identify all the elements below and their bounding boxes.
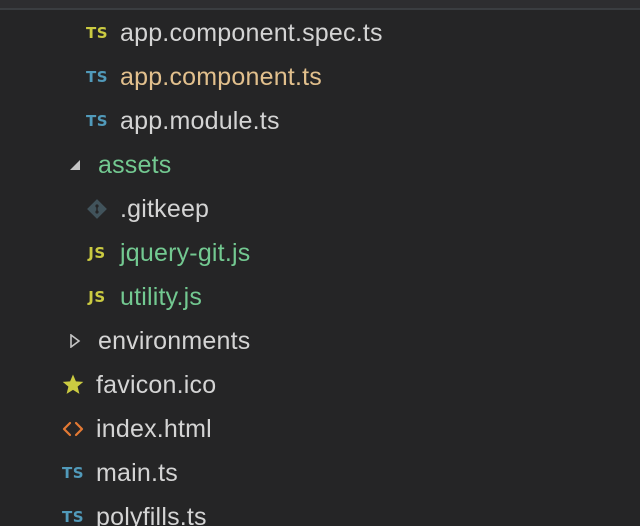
star-icon xyxy=(60,372,86,398)
chevron-right-icon[interactable] xyxy=(62,328,88,354)
tree-item-app-component-ts[interactable]: TS app.component.ts xyxy=(0,55,640,99)
typescript-icon: TS xyxy=(85,112,109,130)
tree-item-gitkeep[interactable]: .gitkeep xyxy=(0,187,640,231)
file-label: app.module.ts xyxy=(120,107,280,135)
file-label: favicon.ico xyxy=(96,371,217,399)
typescript-icon: TS xyxy=(61,464,85,482)
typescript-icon: TS xyxy=(61,508,85,526)
javascript-icon: JS xyxy=(88,244,106,262)
chevron-expanded-icon[interactable] xyxy=(62,152,88,178)
file-label: utility.js xyxy=(120,283,203,311)
file-label: index.html xyxy=(96,415,212,443)
file-label: main.ts xyxy=(96,459,178,487)
tree-item-favicon-ico[interactable]: favicon.ico xyxy=(0,363,640,407)
javascript-icon: JS xyxy=(88,288,106,306)
tree-item-index-html[interactable]: index.html xyxy=(0,407,640,451)
git-icon xyxy=(84,196,110,222)
tree-item-polyfills-ts[interactable]: TS polyfills.ts xyxy=(0,495,640,526)
file-explorer: TS app.component.spec.ts TS app.componen… xyxy=(0,0,640,526)
file-label: jquery-git.js xyxy=(120,239,251,267)
folder-label: environments xyxy=(98,327,251,355)
html-brackets-icon xyxy=(60,416,86,442)
file-label: polyfills.ts xyxy=(96,503,207,526)
tree-item-jquery-git-js[interactable]: JS jquery-git.js xyxy=(0,231,640,275)
tree-item-main-ts[interactable]: TS main.ts xyxy=(0,451,640,495)
file-label: .gitkeep xyxy=(120,195,210,223)
typescript-icon: TS xyxy=(85,68,109,86)
typescript-icon: TS xyxy=(85,24,109,42)
file-label: app.component.spec.ts xyxy=(120,19,383,47)
header-strip xyxy=(0,0,640,10)
tree-item-app-component-spec-ts[interactable]: TS app.component.spec.ts xyxy=(0,11,640,55)
folder-label: assets xyxy=(98,151,172,179)
file-label: app.component.ts xyxy=(120,63,322,91)
tree-item-utility-js[interactable]: JS utility.js xyxy=(0,275,640,319)
tree-folder-environments[interactable]: environments xyxy=(0,319,640,363)
tree-item-app-module-ts[interactable]: TS app.module.ts xyxy=(0,99,640,143)
file-tree: TS app.component.spec.ts TS app.componen… xyxy=(0,11,640,526)
tree-folder-assets[interactable]: assets xyxy=(0,143,640,187)
